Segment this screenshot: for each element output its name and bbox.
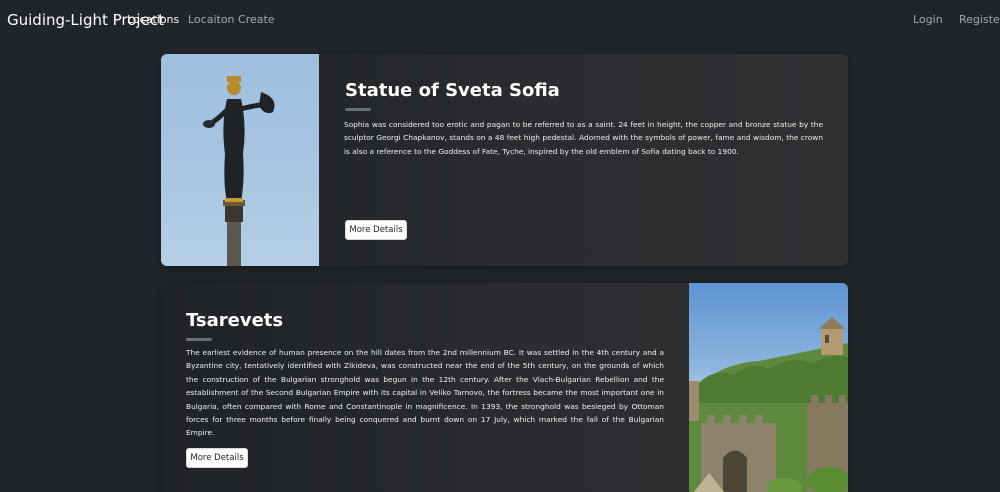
location-description: The earliest evidence of human presence … [186,348,664,438]
more-details-button[interactable]: More Details [345,220,407,240]
more-details-button[interactable]: More Details [186,448,248,468]
fortress-illustration [689,317,848,492]
location-description: Sophia was considered too erotic and pag… [344,120,823,156]
nav-link-location-create[interactable]: Locaiton Create [188,13,275,26]
location-card: Tsarevets The earliest evidence of human… [161,283,848,492]
location-title: Statue of Sveta Sofia [345,80,560,101]
nav-link-locations[interactable]: Locations [127,13,179,26]
location-card: Statue of Sveta Sofia Sophia was conside… [161,54,848,266]
statue-illustration [203,76,275,266]
location-image [689,283,848,492]
title-underline [186,338,212,341]
nav-link-login[interactable]: Login [913,13,943,26]
nav-link-register[interactable]: Register [959,13,1000,26]
location-image [161,54,319,266]
title-underline [345,108,371,111]
top-navbar: Guiding-Light Project Locations Locaiton… [0,0,1000,37]
location-title: Tsarevets [186,310,284,331]
